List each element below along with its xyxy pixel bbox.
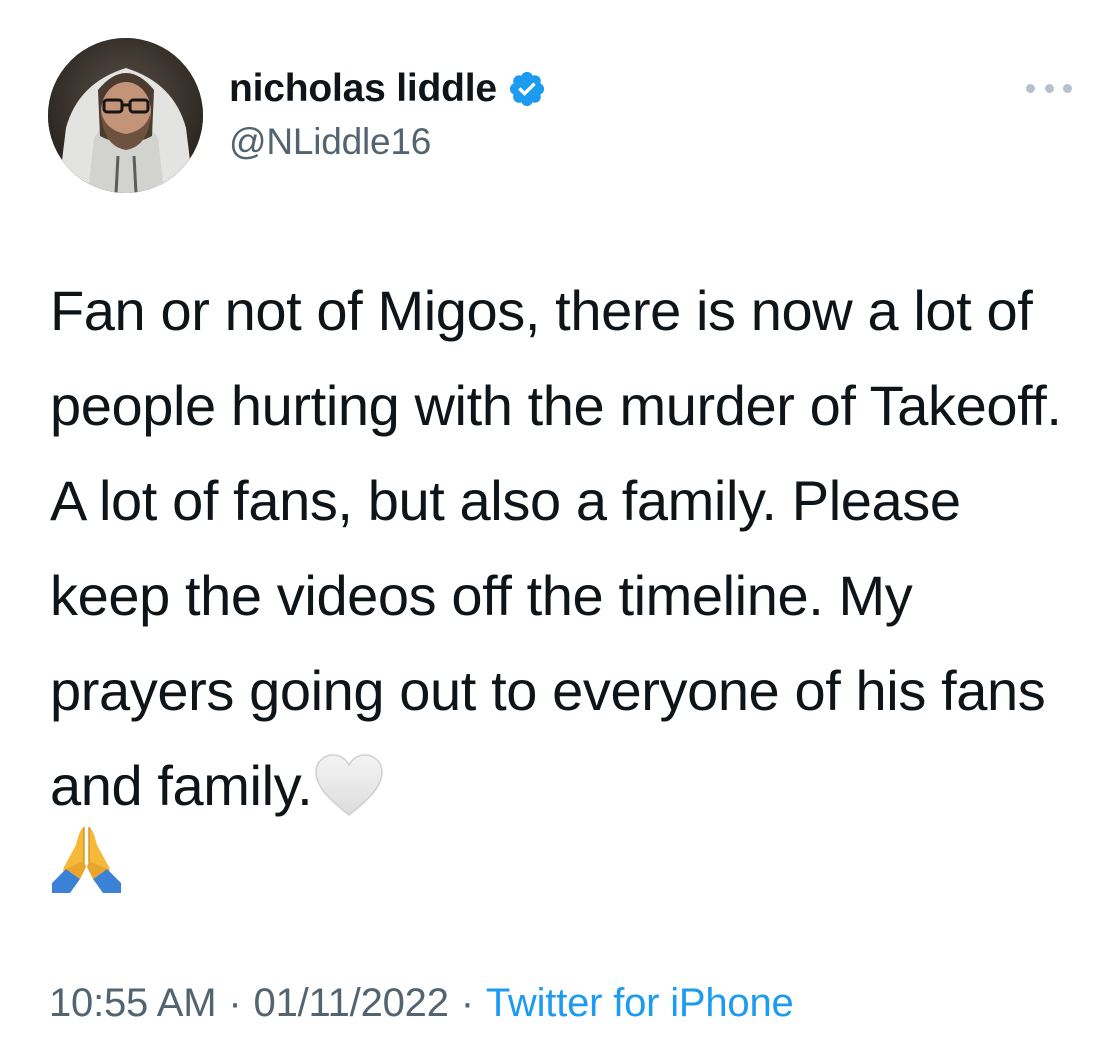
tweet-time[interactable]: 10:55 AM [49,981,217,1026]
more-dot [1026,83,1035,93]
tweet-source-link[interactable]: Twitter for iPhone [486,981,794,1026]
folded-hands-icon [52,827,121,893]
more-dot [1063,83,1072,93]
display-name[interactable]: nicholas liddle [229,67,497,111]
tweet-meta: 10:55 AM · 01/11/2022 · Twitter for iPho… [49,981,794,1026]
avatar[interactable] [48,38,203,193]
tweet-date[interactable]: 01/11/2022 [254,981,449,1026]
tweet-text-content: Fan or not of Migos, there is now a lot … [50,279,1074,817]
verified-badge-icon [509,71,544,107]
author-name-row[interactable]: nicholas liddle [229,66,547,112]
more-options-icon[interactable] [1026,80,1072,96]
meta-separator: · [460,981,474,1025]
author-handle[interactable]: @NLiddle16 [229,121,431,163]
more-dot [1044,83,1054,93]
white-heart-icon [315,754,383,816]
meta-separator: · [228,981,242,1025]
tweet-card: nicholas liddle @NLiddle16 Fan or not of… [0,0,1096,1063]
tweet-text: Fan or not of Migos, there is now a lot … [50,263,1080,833]
profile-photo [48,38,203,193]
